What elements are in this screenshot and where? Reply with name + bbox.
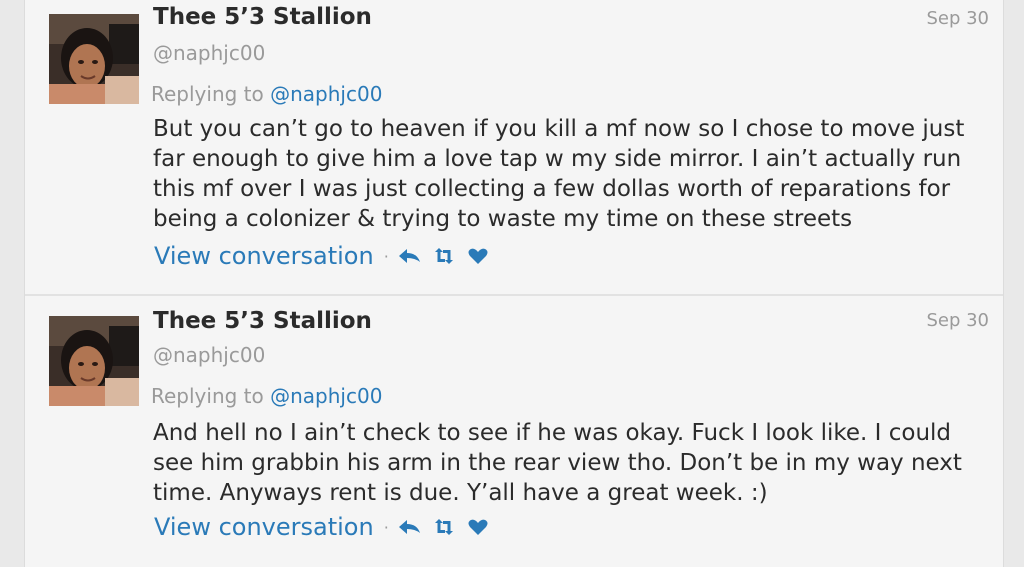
replying-to: Replying to @naphjc00 (151, 384, 382, 408)
timeline: Thee 5’3 Stallion @naphjc00 Sep 30 Reply… (24, 0, 1004, 567)
tweet-text: And hell no I ain’t check to see if he w… (153, 420, 962, 506)
heart-icon[interactable] (465, 246, 491, 266)
heart-icon[interactable] (465, 517, 491, 537)
author-handle[interactable]: @naphjc00 (153, 41, 265, 65)
view-conversation-link[interactable]: View conversation (154, 242, 374, 270)
tweet-card[interactable]: Thee 5’3 Stallion @naphjc00 Sep 30 Reply… (25, 0, 1003, 296)
replying-to-label: Replying to (151, 82, 271, 106)
separator-dot: · (383, 517, 389, 537)
view-conversation-link[interactable]: View conversation (154, 513, 374, 541)
replying-to-handle-link[interactable]: @naphjc00 (270, 82, 382, 106)
tweet-date[interactable]: Sep 30 (926, 8, 989, 29)
separator-dot: · (383, 246, 389, 266)
tweet-card[interactable]: Thee 5’3 Stallion @naphjc00 Sep 30 Reply… (25, 296, 1003, 567)
retweet-icon[interactable] (431, 517, 457, 537)
author-name[interactable]: Thee 5’3 Stallion (153, 308, 372, 334)
tweet-actions: View conversation · (154, 512, 499, 542)
tweet-actions: View conversation · (154, 241, 499, 271)
replying-to: Replying to @naphjc00 (151, 82, 382, 106)
replying-to-handle-link[interactable]: @naphjc00 (270, 384, 382, 408)
tweet-date[interactable]: Sep 30 (926, 310, 989, 331)
author-handle[interactable]: @naphjc00 (153, 343, 265, 367)
retweet-icon[interactable] (431, 246, 457, 266)
reply-icon[interactable] (397, 517, 423, 537)
replying-to-label: Replying to (151, 384, 271, 408)
reply-icon[interactable] (397, 246, 423, 266)
author-name[interactable]: Thee 5’3 Stallion (153, 4, 372, 30)
avatar[interactable] (49, 316, 139, 406)
tweet-text: But you can’t go to heaven if you kill a… (153, 116, 965, 232)
avatar[interactable] (49, 14, 139, 104)
